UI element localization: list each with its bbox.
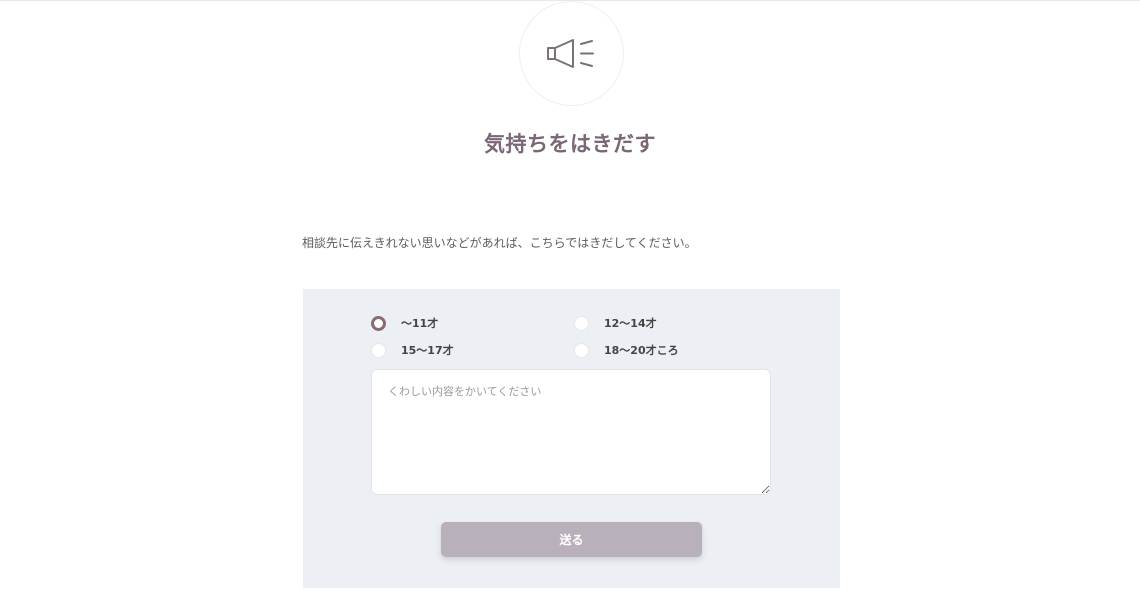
age-option-12-14[interactable]: 12〜14才 — [574, 315, 657, 331]
radio-label: 18〜20才ころ — [604, 344, 679, 357]
radio-button[interactable] — [371, 315, 386, 331]
submit-button[interactable]: 送る — [441, 522, 702, 557]
radio-label: 15〜17才 — [401, 344, 454, 357]
page: 気持ちをはきだす 相談先に伝えきれない思いなどがあれば、こちらではきだしてくださ… — [0, 0, 1140, 598]
radio-button[interactable] — [574, 315, 589, 331]
form-panel: 〜11才 12〜14才 15〜17才 18〜20才ころ 送る — [303, 289, 840, 588]
description-text: 相談先に伝えきれない思いなどがあれば、こちらではきだしてください。 — [302, 236, 697, 250]
message-textarea[interactable] — [371, 369, 771, 495]
megaphone-icon — [546, 38, 594, 68]
age-option-under-11[interactable]: 〜11才 — [371, 315, 438, 331]
radio-button[interactable] — [574, 342, 589, 358]
radio-label: 12〜14才 — [604, 317, 657, 330]
age-option-18-20[interactable]: 18〜20才ころ — [574, 342, 679, 358]
radio-label: 〜11才 — [401, 317, 439, 330]
icon-circle — [519, 1, 624, 106]
radio-button[interactable] — [371, 342, 386, 358]
page-title: 気持ちをはきだす — [484, 132, 656, 156]
age-option-15-17[interactable]: 15〜17才 — [371, 342, 454, 358]
